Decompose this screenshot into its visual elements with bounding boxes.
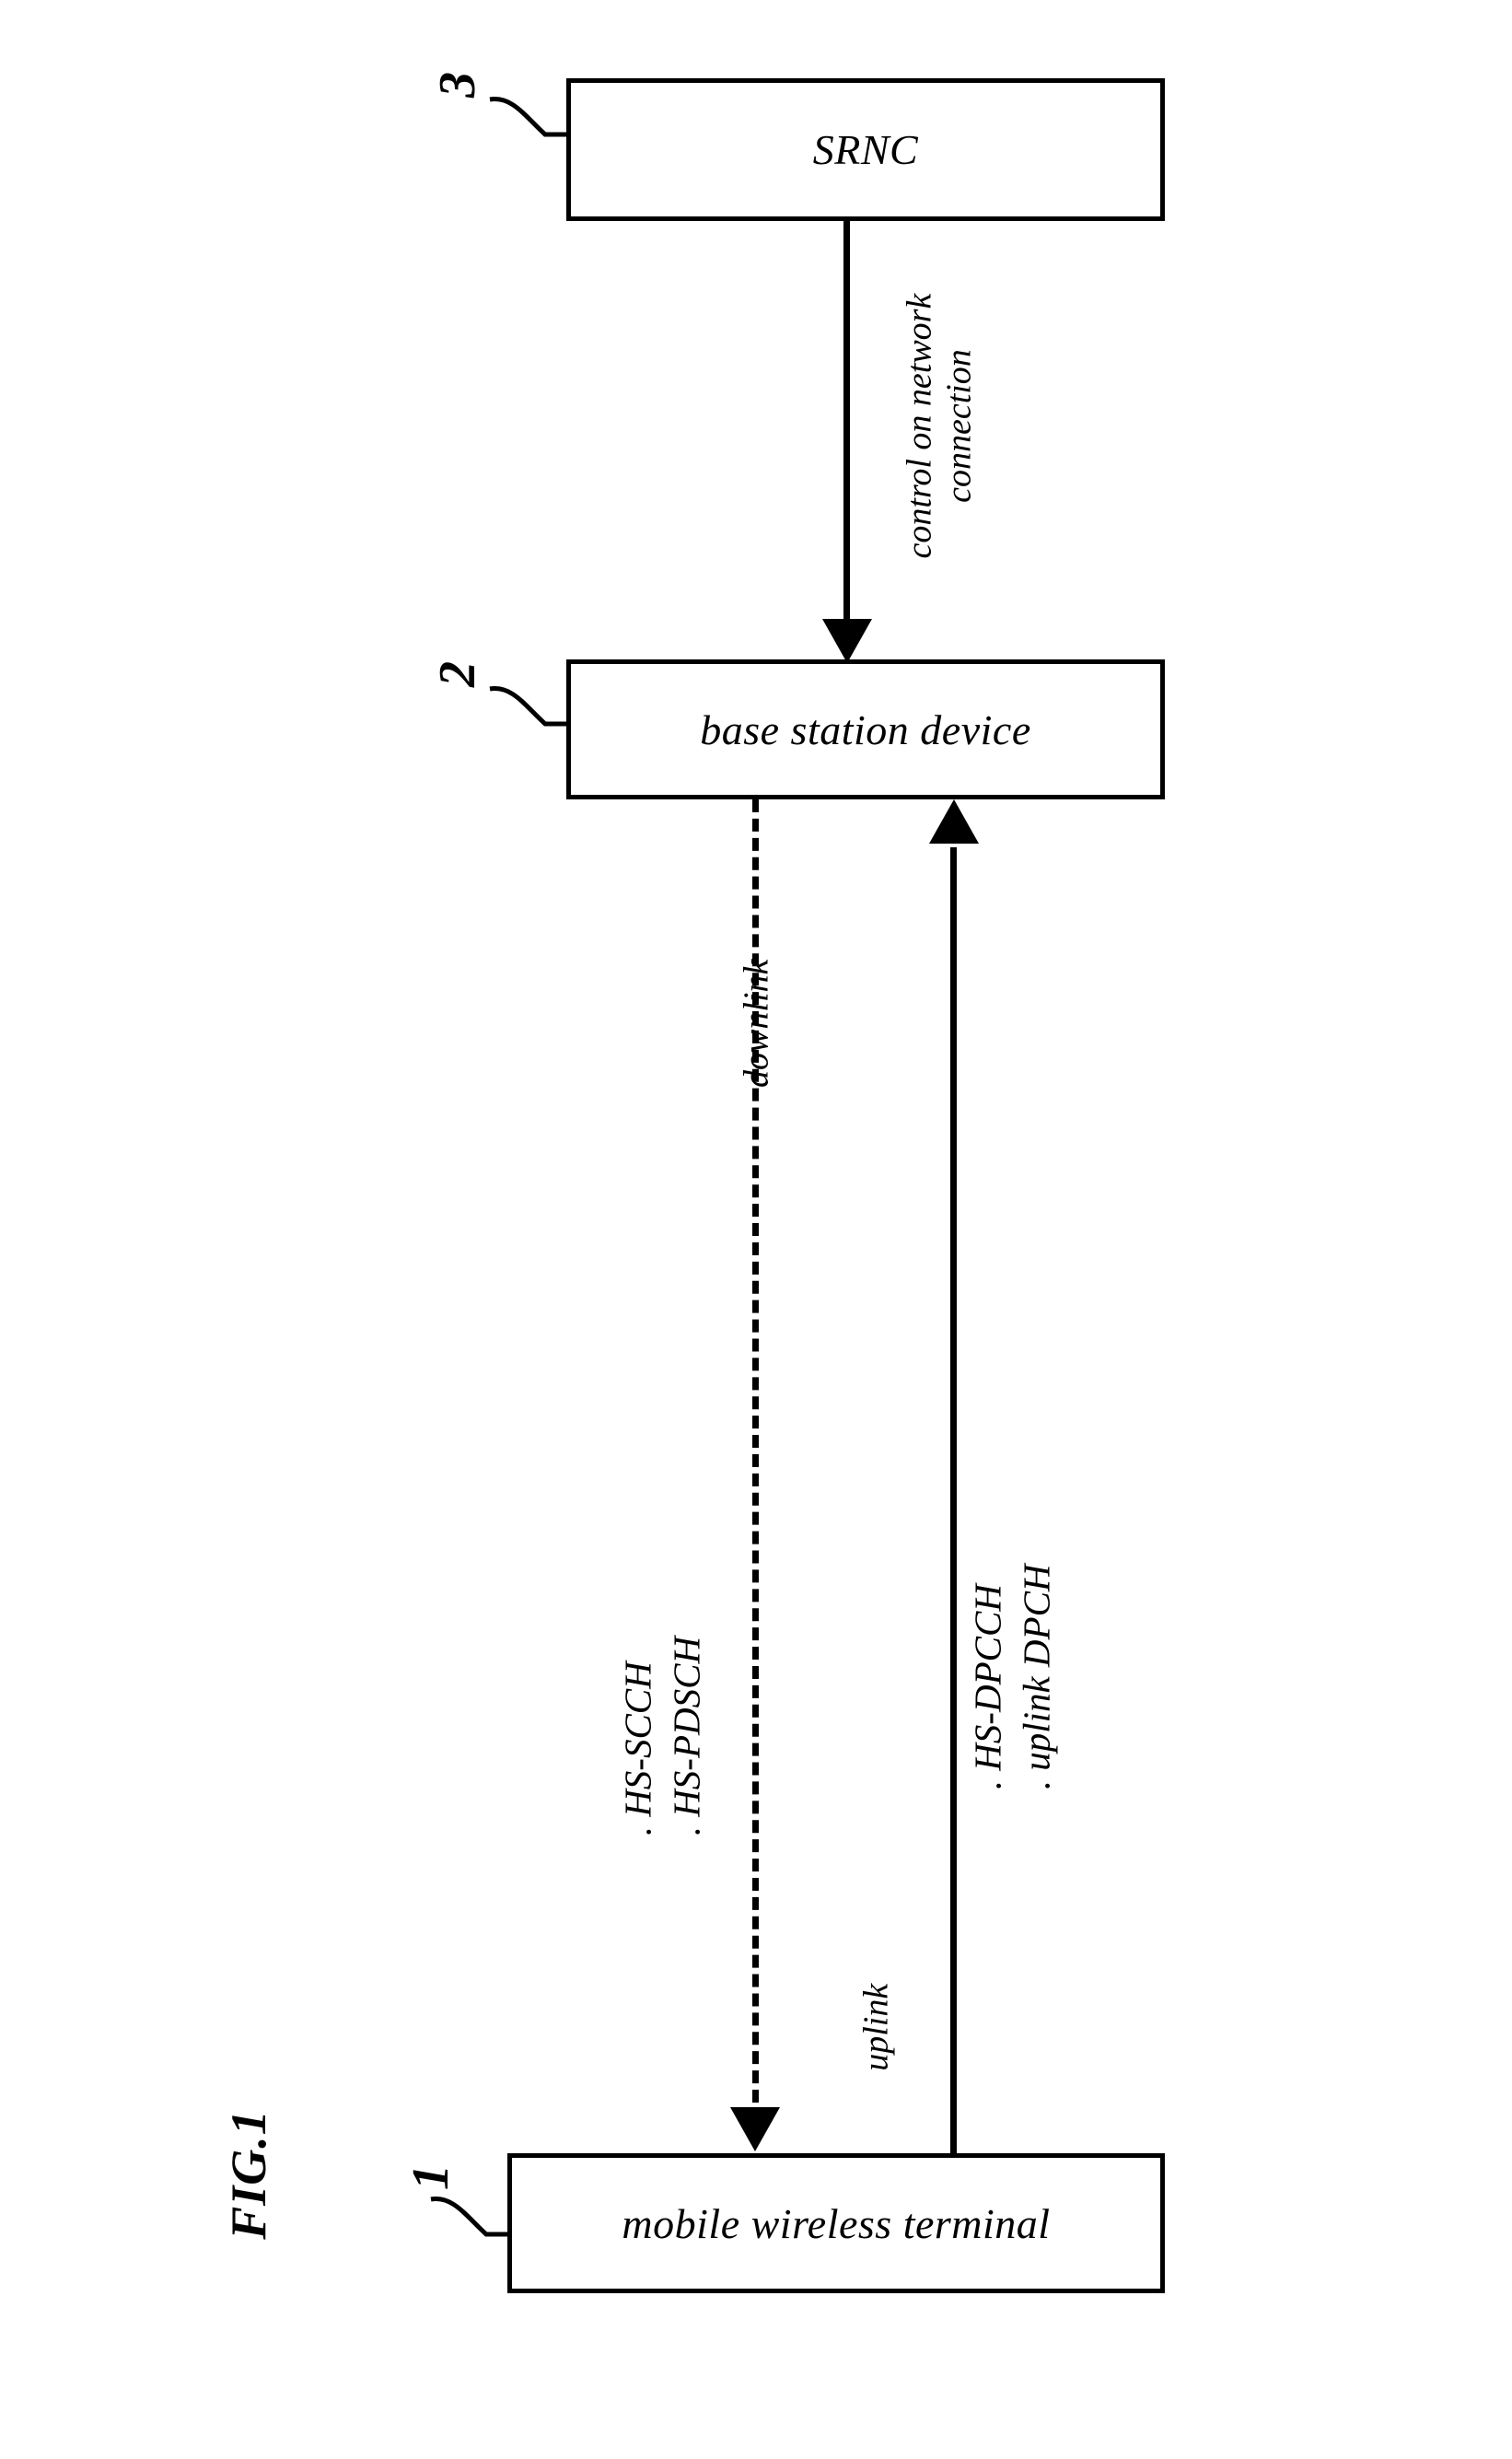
connector-control-label: control on network connection: [900, 205, 978, 647]
connector-uplink-line: [950, 847, 957, 2155]
reference-numeral-2: 2: [429, 661, 486, 687]
node-label-srnc: SRNC: [812, 126, 919, 173]
node-box-base-station: base station device: [566, 659, 1165, 799]
connector-uplink-arrowhead-icon: [929, 799, 979, 844]
leader-line-3: [489, 97, 567, 137]
leader-line-1: [430, 2197, 508, 2237]
node-label-base-station: base station device: [700, 705, 1031, 753]
uplink-channel-list: . HS-DPCCH . uplink DPCH: [964, 1255, 1063, 1789]
figure-caption: FIG.1: [221, 2109, 276, 2240]
uplink-channel-item: . HS-DPCCH: [966, 1584, 1009, 1790]
downlink-channel-item: . HS-SCCH: [616, 1661, 659, 1836]
connector-control-arrowhead-icon: [822, 619, 872, 663]
patent-figure-page: FIG.1 SRNC 3 control on network connecti…: [0, 0, 1512, 2459]
reference-numeral-3: 3: [429, 72, 486, 98]
node-box-mobile-terminal: mobile wireless terminal: [507, 2153, 1165, 2293]
downlink-channel-list: . HS-SCCH . HS-PDSCH: [614, 1301, 713, 1836]
connector-control-label-line2: connection: [939, 349, 978, 503]
connector-control-label-line1: control on network: [900, 293, 939, 559]
downlink-channel-item: . HS-PDSCH: [666, 1636, 708, 1836]
connector-downlink-arrowhead-icon: [730, 2107, 780, 2151]
connector-downlink-label: downlink: [737, 959, 776, 1088]
connector-control-line: [843, 221, 850, 626]
node-box-srnc: SRNC: [566, 78, 1165, 221]
node-label-mobile-terminal: mobile wireless terminal: [622, 2199, 1051, 2247]
connector-uplink-label: uplink: [856, 1983, 896, 2071]
leader-line-2: [489, 686, 567, 727]
uplink-channel-item: . uplink DPCH: [1016, 1564, 1058, 1790]
